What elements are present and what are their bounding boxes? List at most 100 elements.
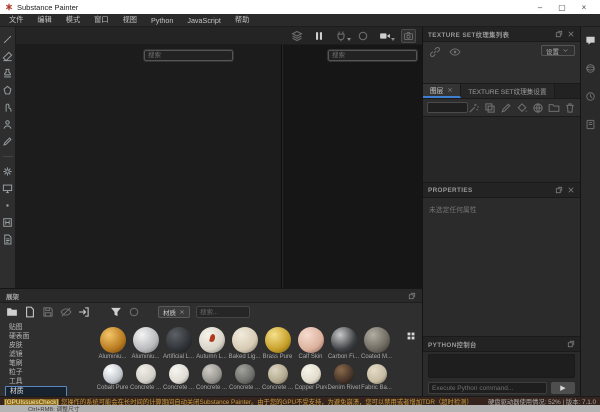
- connection-button[interactable]: [335, 30, 351, 42]
- material-item[interactable]: Baked Lig...: [228, 327, 261, 362]
- menu-item-0[interactable]: 文件: [2, 15, 30, 25]
- polygon-fill-tool-button[interactable]: [2, 85, 13, 96]
- shelf-search-input[interactable]: [196, 306, 250, 318]
- toggle-hidden-button[interactable]: [60, 306, 72, 318]
- eraser-tool-button[interactable]: [2, 51, 13, 62]
- add-instance-button[interactable]: [484, 102, 496, 114]
- material-item[interactable]: Cobalt Pure: [96, 364, 129, 393]
- tab-texture-set-settings[interactable]: TEXTURE SET纹理集设置: [461, 84, 555, 98]
- menu-item-3[interactable]: 窗口: [87, 15, 115, 25]
- display-settings-button[interactable]: [585, 63, 596, 74]
- viewport-3d[interactable]: [16, 45, 282, 288]
- texture-set-filter-dropdown[interactable]: 设置: [541, 45, 575, 56]
- log-button[interactable]: [585, 119, 596, 130]
- close-panel-icon[interactable]: [567, 30, 575, 38]
- history-button[interactable]: [585, 91, 596, 102]
- projection-tool-button[interactable]: [2, 68, 13, 79]
- material-item[interactable]: Concrete ...: [195, 364, 228, 393]
- open-shelf-folder-button[interactable]: [6, 306, 18, 318]
- close-tab-icon[interactable]: [447, 87, 453, 93]
- material-item[interactable]: Carbon Fi...: [327, 327, 360, 362]
- material-item[interactable]: Aluminiu...: [96, 327, 129, 362]
- shelf-category-3[interactable]: 滤镜: [5, 350, 67, 359]
- layer-blend-dropdown[interactable]: [427, 102, 468, 113]
- material-item[interactable]: Denim Rivet: [327, 364, 360, 393]
- popout-icon[interactable]: [555, 30, 563, 38]
- menu-item-6[interactable]: JavaScript: [180, 16, 228, 25]
- camera-button[interactable]: [401, 28, 416, 43]
- close-panel-icon[interactable]: [567, 186, 575, 194]
- display-button[interactable]: [2, 183, 13, 194]
- material-item[interactable]: Artificial L...: [162, 327, 195, 362]
- dot-button[interactable]: [2, 200, 13, 211]
- viewport-3d-search-input[interactable]: [143, 49, 234, 62]
- shelf-category-0[interactable]: 贴图: [5, 323, 67, 332]
- viewport-2d[interactable]: [283, 45, 422, 288]
- filter-state-button[interactable]: [128, 306, 140, 318]
- add-folder-button[interactable]: [548, 102, 560, 114]
- smudge-tool-button[interactable]: [2, 102, 13, 113]
- popout-icon[interactable]: [555, 186, 563, 194]
- add-paint-layer-button[interactable]: [500, 102, 512, 114]
- menu-item-7[interactable]: 帮助: [228, 15, 256, 25]
- shelf-category-6[interactable]: 工具: [5, 377, 67, 386]
- menu-item-4[interactable]: 视图: [116, 15, 144, 25]
- viewport-2d-search-input[interactable]: [327, 49, 418, 62]
- shelf-category-1[interactable]: 硬表面: [5, 332, 67, 341]
- shelf-category-2[interactable]: 皮肤: [5, 341, 67, 350]
- render-mode-button[interactable]: [357, 30, 369, 42]
- camera-video-button[interactable]: [379, 30, 395, 42]
- add-effect-button[interactable]: [468, 102, 480, 114]
- material-item[interactable]: Coated M...: [360, 327, 393, 362]
- new-resource-button[interactable]: [24, 306, 36, 318]
- shelf-category-list: 贴图 硬表面 皮肤 滤镜 笔刷 粒子 工具 材质: [5, 323, 67, 397]
- material-item[interactable]: Concrete ...: [261, 364, 294, 393]
- popout-icon[interactable]: [567, 340, 575, 348]
- material-item[interactable]: Concrete ...: [228, 364, 261, 393]
- python-run-button[interactable]: ▶: [551, 382, 575, 394]
- material-item[interactable]: Brass Pure: [261, 327, 294, 362]
- shelf-category-4[interactable]: 笔刷: [5, 359, 67, 368]
- popout-icon[interactable]: [408, 292, 416, 300]
- material-item[interactable]: Fabric Ba...: [360, 364, 393, 393]
- material-picker-tool-button[interactable]: [2, 136, 13, 147]
- save-resources-button[interactable]: [42, 306, 54, 318]
- material-item[interactable]: Aluminiu...: [129, 327, 162, 362]
- menu-item-1[interactable]: 编辑: [30, 15, 58, 25]
- filter-button[interactable]: [110, 306, 122, 318]
- resources-button[interactable]: [2, 234, 13, 245]
- clone-tool-button[interactable]: [2, 119, 13, 130]
- plugin-button[interactable]: [2, 217, 13, 228]
- notifications-panel-button[interactable]: [585, 35, 596, 46]
- material-item[interactable]: Concrete ...: [162, 364, 195, 393]
- delete-layer-button[interactable]: [564, 102, 576, 114]
- shelf-category-5[interactable]: 粒子: [5, 368, 67, 377]
- import-resources-button[interactable]: [78, 306, 90, 318]
- grid-view-toggle[interactable]: [406, 331, 416, 341]
- tab-layers[interactable]: 图层: [423, 84, 462, 98]
- pause-engine-button[interactable]: [313, 30, 325, 42]
- menu-item-5[interactable]: Python: [144, 16, 180, 25]
- material-item[interactable]: Autumn L...: [195, 327, 228, 362]
- add-smart-material-button[interactable]: [532, 102, 544, 114]
- remove-filter-icon[interactable]: [179, 309, 185, 315]
- add-fill-layer-button[interactable]: [516, 102, 528, 114]
- texture-set-visibility-button[interactable]: [449, 46, 461, 58]
- python-command-input[interactable]: [428, 382, 547, 394]
- minimize-button[interactable]: –: [529, 0, 551, 14]
- material-item[interactable]: Calf Skin: [294, 327, 327, 362]
- settings-button[interactable]: [2, 166, 13, 177]
- materials-row-2: Cobalt Pure Concrete ... Concrete ... Concr…: [96, 364, 420, 393]
- layer-list[interactable]: [423, 117, 580, 183]
- material-item[interactable]: Concrete ...: [129, 364, 162, 393]
- maximize-button[interactable]: ▢: [551, 0, 573, 14]
- material-sphere: [99, 327, 126, 353]
- link-texture-sets-button[interactable]: [429, 46, 441, 58]
- scene-layers-button[interactable]: [291, 30, 303, 42]
- paint-tool-button[interactable]: [2, 34, 13, 45]
- shelf-filter-tag[interactable]: 材质: [158, 306, 190, 318]
- right-panel-column: TEXTURE SET纹理集列表 设置 图层 TEXTURE SET纹理集设置: [422, 27, 580, 396]
- menu-item-2[interactable]: 模式: [59, 15, 87, 25]
- material-item[interactable]: Copper Pure: [294, 364, 327, 393]
- close-button[interactable]: ×: [573, 0, 595, 14]
